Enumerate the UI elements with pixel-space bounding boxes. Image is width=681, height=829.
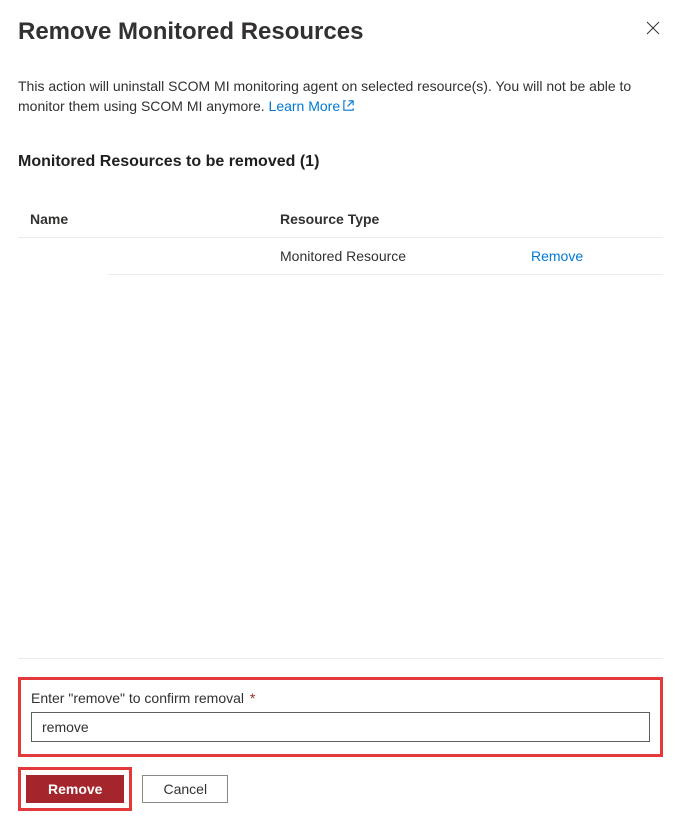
- table-header-row: Name Resource Type: [18, 201, 663, 238]
- row-remove-link[interactable]: Remove: [531, 248, 583, 264]
- confirm-input[interactable]: [31, 712, 650, 742]
- learn-more-label: Learn More: [269, 98, 341, 114]
- confirm-label-text: Enter "remove" to confirm removal: [31, 690, 244, 706]
- footer-divider: [18, 658, 663, 659]
- confirm-label: Enter "remove" to confirm removal *: [31, 690, 650, 706]
- close-icon[interactable]: [643, 18, 663, 41]
- learn-more-link[interactable]: Learn More: [269, 98, 356, 114]
- dialog-description: This action will uninstall SCOM MI monit…: [18, 76, 663, 118]
- table-row: Monitored Resource Remove: [108, 238, 663, 275]
- dialog-button-row: Remove Cancel: [18, 767, 663, 811]
- required-indicator: *: [250, 690, 255, 706]
- section-heading: Monitored Resources to be removed (1): [18, 153, 663, 171]
- cell-type: Monitored Resource: [280, 248, 531, 264]
- column-header-type[interactable]: Resource Type: [280, 211, 531, 227]
- remove-button[interactable]: Remove: [26, 775, 124, 803]
- external-link-icon: [342, 97, 355, 117]
- resources-table: Name Resource Type Monitored Resource Re…: [18, 201, 663, 275]
- remove-button-highlight: Remove: [18, 767, 132, 811]
- column-header-name[interactable]: Name: [30, 211, 280, 227]
- dialog-title: Remove Monitored Resources: [18, 18, 363, 46]
- cancel-button[interactable]: Cancel: [142, 775, 228, 803]
- confirm-section: Enter "remove" to confirm removal *: [18, 677, 663, 757]
